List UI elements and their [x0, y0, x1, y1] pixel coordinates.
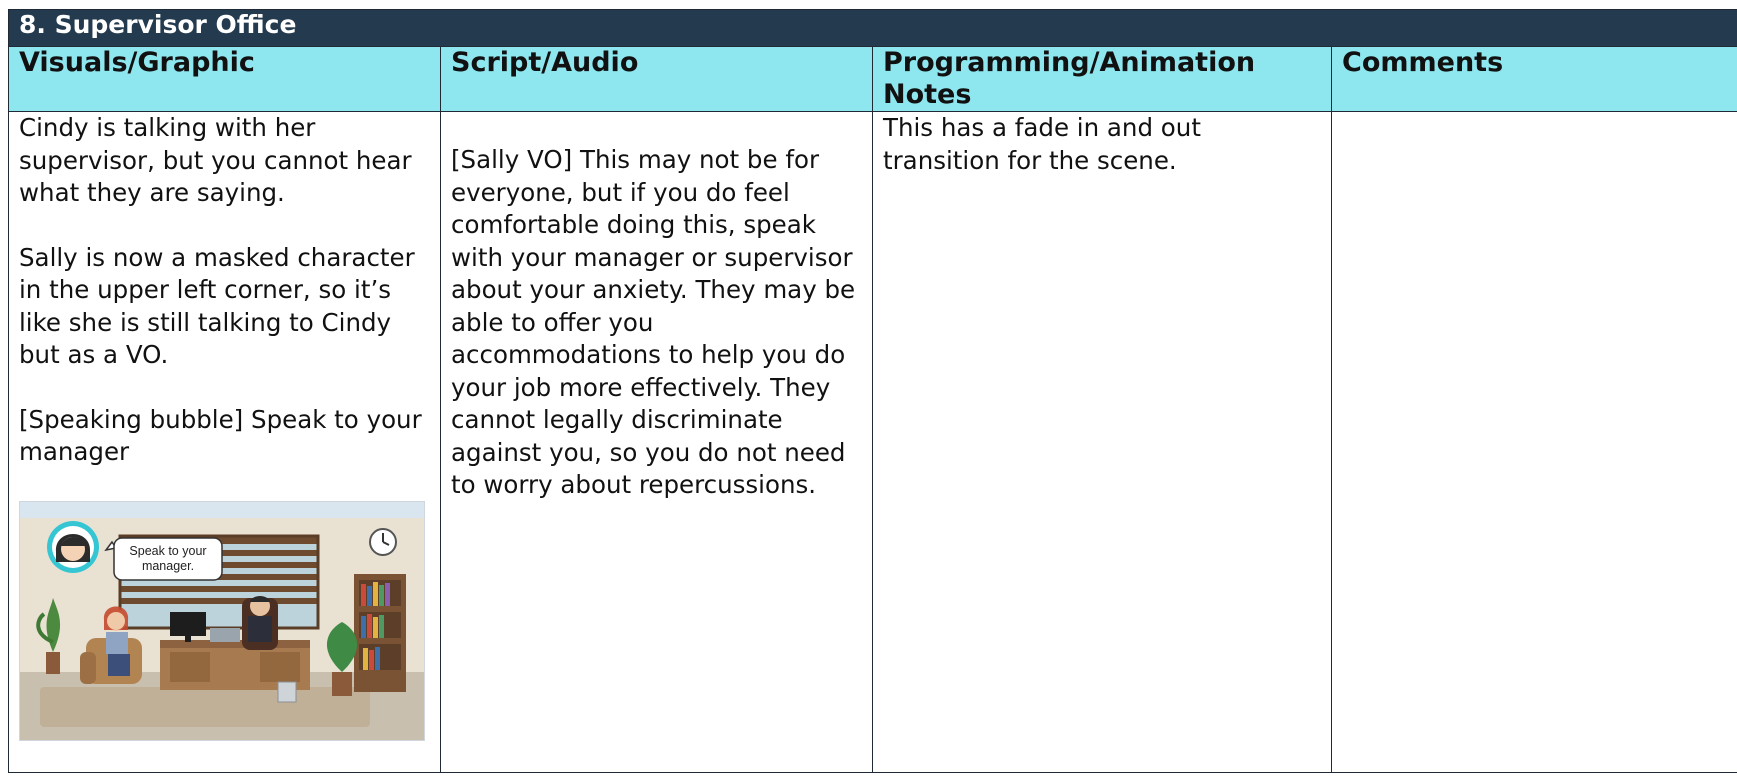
- wastebasket-icon: [277, 681, 297, 702]
- header-visuals: Visuals/Graphic: [8, 46, 441, 112]
- visuals-paragraph-3: [Speaking bubble] Speak to your manager: [19, 404, 422, 467]
- comments-cell: [1330, 111, 1737, 773]
- visuals-paragraph-2: Sally is now a masked character in the u…: [19, 242, 415, 370]
- scene-thumbnail: Speak to your manager.: [19, 500, 425, 741]
- speech-bubble-line-2: manager.: [142, 559, 194, 573]
- header-comments: Comments: [1330, 46, 1737, 112]
- section-title: 8. Supervisor Office: [7, 9, 1737, 47]
- storyboard-table: 8. Supervisor Office Visuals/Graphic Scr…: [7, 9, 1737, 773]
- header-programming: Programming/Animation Notes: [872, 46, 1332, 112]
- script-cell: [Sally VO] This may not be for everyone,…: [440, 111, 873, 773]
- plant-pot-icon: [46, 651, 60, 674]
- laptop-icon: [210, 627, 240, 642]
- visuals-cell: Cindy is talking with her supervisor, bu…: [8, 111, 441, 773]
- scene-row: Cindy is talking with her supervisor, bu…: [8, 111, 1737, 773]
- header-script: Script/Audio: [440, 46, 873, 112]
- monitor-icon: [170, 611, 206, 636]
- visuals-paragraph-1: Cindy is talking with her supervisor, bu…: [19, 113, 412, 207]
- header-row: Visuals/Graphic Script/Audio Programming…: [8, 46, 1737, 112]
- programming-notes: This has a fade in and out transition fo…: [883, 113, 1201, 175]
- section-title-row: 8. Supervisor Office: [7, 9, 1737, 47]
- cindy-body: [106, 631, 128, 654]
- scene-rug: [40, 686, 370, 727]
- storyboard-sheet: 8. Supervisor Office Visuals/Graphic Scr…: [7, 9, 1737, 781]
- supervisor-body: [248, 615, 272, 642]
- script-text: [Sally VO] This may not be for everyone,…: [451, 145, 856, 499]
- programming-cell: This has a fade in and out transition fo…: [872, 111, 1332, 773]
- speech-bubble-line-1: Speak to your: [129, 544, 206, 558]
